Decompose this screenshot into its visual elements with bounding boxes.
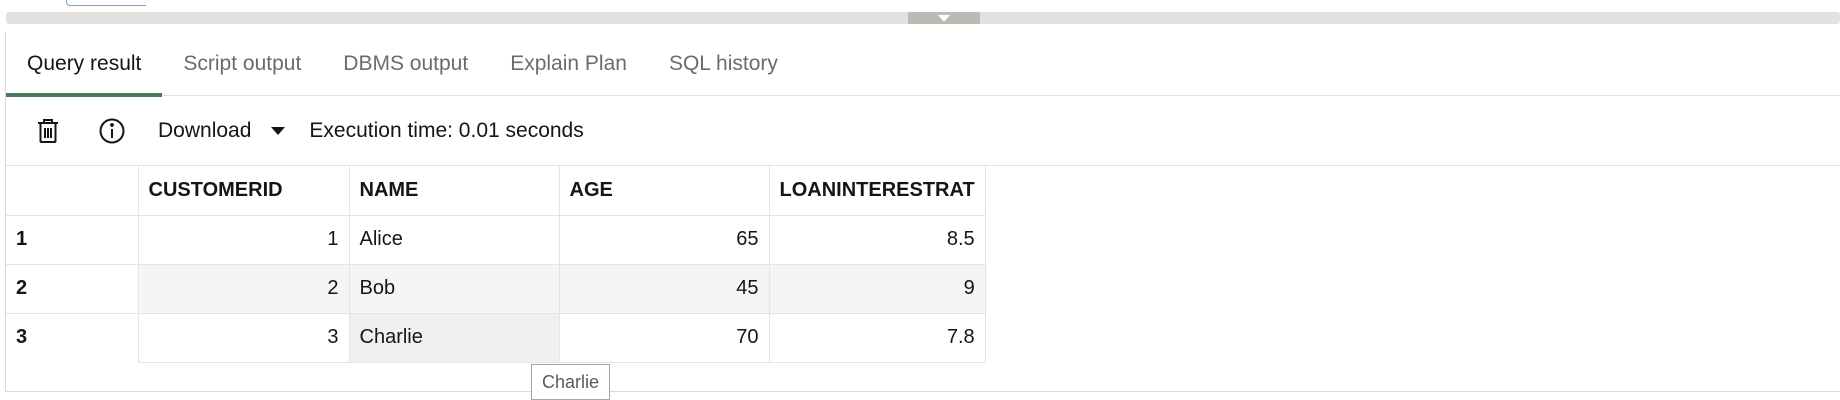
- editor-remnant: [0, 0, 1840, 10]
- output-panel: Query result Script output DBMS output E…: [5, 32, 1840, 392]
- tab-label: Script output: [183, 52, 302, 75]
- tab-script-output[interactable]: Script output: [162, 32, 322, 96]
- tab-label: DBMS output: [343, 52, 469, 75]
- result-grid: CUSTOMERID NAME AGE LOANINTERESTRAT 1 1 …: [6, 166, 986, 363]
- table-row: 2 2 Bob 45 9: [6, 264, 986, 314]
- tab-label: Query result: [27, 52, 142, 75]
- grid-header-row: CUSTOMERID NAME AGE LOANINTERESTRAT: [6, 166, 986, 216]
- result-toolbar: Download Execution time: 0.01 seconds: [6, 96, 1840, 166]
- row-number-header: [6, 166, 139, 216]
- tab-sql-history[interactable]: SQL history: [648, 32, 799, 96]
- table-row: 3 3 Charlie 70 7.8: [6, 313, 986, 363]
- info-icon: [99, 118, 125, 143]
- cell-name[interactable]: Bob: [349, 264, 560, 314]
- column-header-name[interactable]: NAME: [349, 166, 560, 216]
- caret-down-icon: [271, 126, 286, 135]
- chevron-down-icon: [938, 14, 950, 22]
- tab-label: Explain Plan: [510, 52, 627, 75]
- column-header-loaninterestrate[interactable]: LOANINTERESTRAT: [769, 166, 986, 216]
- download-dropdown[interactable]: Download: [158, 118, 286, 143]
- sql-worksheet-results: Query result Script output DBMS output E…: [0, 0, 1840, 400]
- cell-loaninterestrate[interactable]: 9: [769, 264, 986, 314]
- tab-label: SQL history: [668, 52, 778, 75]
- download-label: Download: [158, 118, 252, 142]
- cell-loaninterestrate[interactable]: 7.8: [769, 313, 986, 363]
- cell-tooltip: Charlie: [531, 364, 611, 400]
- editor-text-fragment: [66, 0, 146, 6]
- info-button[interactable]: [90, 109, 134, 153]
- row-number[interactable]: 2: [6, 264, 139, 314]
- cell-age[interactable]: 70: [559, 313, 770, 363]
- tab-query-result[interactable]: Query result: [6, 32, 163, 97]
- tab-dbms-output[interactable]: DBMS output: [322, 32, 489, 96]
- cell-loaninterestrate[interactable]: 8.5: [769, 215, 986, 265]
- cell-customerid[interactable]: 3: [138, 313, 350, 363]
- cell-name[interactable]: Charlie: [349, 313, 560, 363]
- cell-age[interactable]: 65: [559, 215, 770, 265]
- row-number[interactable]: 1: [6, 215, 139, 265]
- row-number[interactable]: 3: [6, 313, 139, 362]
- tab-explain-plan[interactable]: Explain Plan: [489, 32, 648, 96]
- cell-customerid[interactable]: 2: [138, 264, 350, 314]
- cell-name[interactable]: Alice: [349, 215, 560, 265]
- cell-age[interactable]: 45: [559, 264, 770, 314]
- clear-results-button[interactable]: [26, 109, 70, 153]
- column-header-age[interactable]: AGE: [559, 166, 770, 216]
- cell-customerid[interactable]: 1: [138, 215, 350, 265]
- splitter-collapse-handle[interactable]: [908, 12, 980, 24]
- output-tabs: Query result Script output DBMS output E…: [6, 32, 1840, 97]
- column-header-customerid[interactable]: CUSTOMERID: [138, 166, 350, 216]
- table-row: 1 1 Alice 65 8.5: [6, 215, 986, 265]
- execution-time: Execution time: 0.01 seconds: [309, 118, 584, 142]
- trash-icon: [38, 118, 58, 143]
